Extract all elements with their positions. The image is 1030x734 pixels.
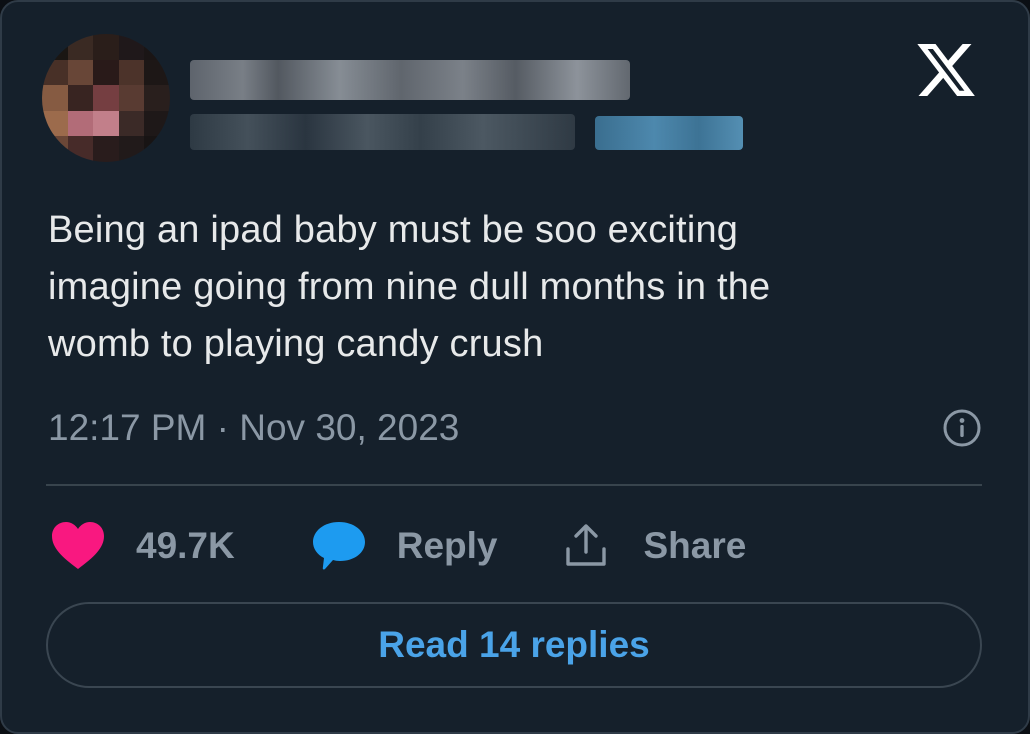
tweet-text: Being an ipad baby must be soo exciting …	[48, 209, 771, 365]
tweet-card: Being an ipad baby must be soo exciting …	[0, 0, 1030, 734]
tweet-meta: 12:17 PM · Nov 30, 2023	[48, 404, 982, 452]
heart-icon	[52, 522, 104, 569]
x-logo-icon	[917, 44, 975, 96]
share-label: Share	[643, 525, 747, 566]
share-icon	[565, 524, 606, 566]
share-button[interactable]: Share	[562, 522, 747, 570]
read-replies-button[interactable]: Read 14 replies	[46, 602, 982, 688]
tweet-timestamp[interactable]: 12:17 PM · Nov 30, 2023	[48, 407, 459, 449]
avatar[interactable]	[42, 34, 170, 162]
username-redacted[interactable]	[190, 114, 575, 150]
reply-label: Reply	[396, 525, 498, 566]
like-count: 49.7K	[136, 525, 235, 566]
display-name-redacted[interactable]	[190, 60, 630, 100]
like-button[interactable]: 49.7K	[50, 521, 235, 571]
divider	[46, 484, 982, 486]
reply-button[interactable]: Reply	[311, 520, 498, 572]
speech-bubble-icon	[312, 522, 365, 570]
info-icon[interactable]	[942, 408, 982, 448]
action-bar: 49.7K Reply Share	[50, 516, 746, 576]
follow-link-redacted[interactable]	[595, 116, 743, 150]
